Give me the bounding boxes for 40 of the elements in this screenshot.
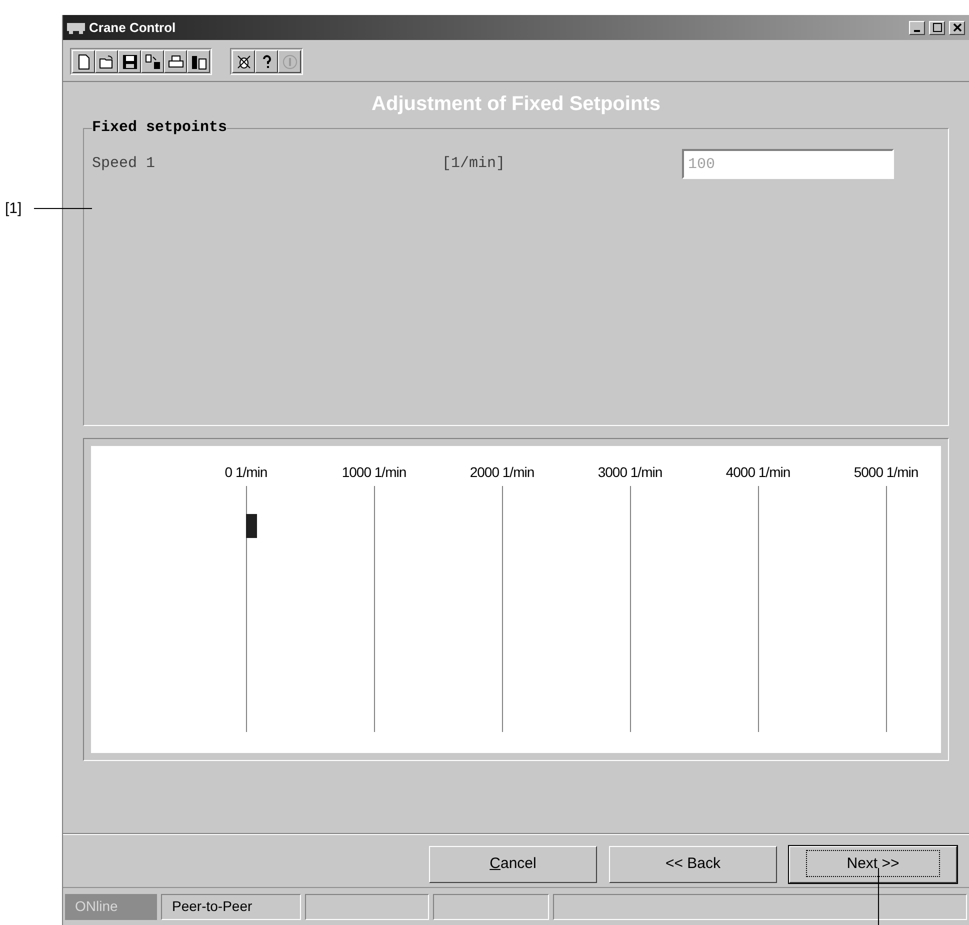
tick-label: 0 1/min [224, 463, 268, 482]
tick-label: 3000 1/min [598, 463, 662, 482]
toolbar-button[interactable] [95, 50, 118, 73]
minimize-icon [914, 30, 920, 32]
toolbar-button[interactable] [187, 50, 210, 73]
tick-label: 5000 1/min [854, 463, 918, 482]
unit-label: [1/min] [442, 154, 506, 174]
maximize-icon [932, 23, 942, 32]
open-folder-icon [98, 54, 114, 70]
info-icon [282, 54, 298, 70]
export-icon [190, 54, 206, 70]
close-icon [952, 23, 962, 32]
toolbar-button[interactable] [232, 50, 255, 73]
printer-icon [168, 54, 184, 70]
tick-label: 4000 1/min [726, 463, 790, 482]
minimize-button[interactable] [909, 20, 925, 34]
copy-document-icon [144, 54, 160, 70]
status-cell: ONline [65, 894, 157, 920]
tick-label: 2000 1/min [470, 463, 534, 482]
window-title: Crane Control [89, 18, 176, 37]
callout-label: [1] [5, 199, 22, 219]
close-button[interactable] [949, 20, 965, 34]
toolbar-button[interactable] [164, 50, 187, 73]
new-document-icon [76, 54, 92, 70]
dialog-button[interactable]: Next >> [789, 846, 957, 883]
dialog-button[interactable]: Cancel [429, 846, 597, 883]
tick-label: 1000 1/min [342, 463, 406, 482]
dialog-button[interactable]: << Back [609, 846, 777, 883]
toolbar-button[interactable] [141, 50, 164, 73]
toolbar-button[interactable] [118, 50, 141, 73]
speed-marker [246, 514, 257, 538]
group-title: Fixed setpoints [92, 119, 228, 137]
setpoint-label: Speed 1 [92, 154, 156, 174]
leader-line [878, 868, 879, 925]
maximize-button[interactable] [929, 20, 945, 34]
bus-icon [67, 22, 85, 34]
status-cell: Peer-to-Peer [161, 894, 301, 920]
toolbar-button[interactable] [255, 50, 278, 73]
toolbar-button[interactable] [72, 50, 95, 73]
leader-line [34, 208, 92, 209]
